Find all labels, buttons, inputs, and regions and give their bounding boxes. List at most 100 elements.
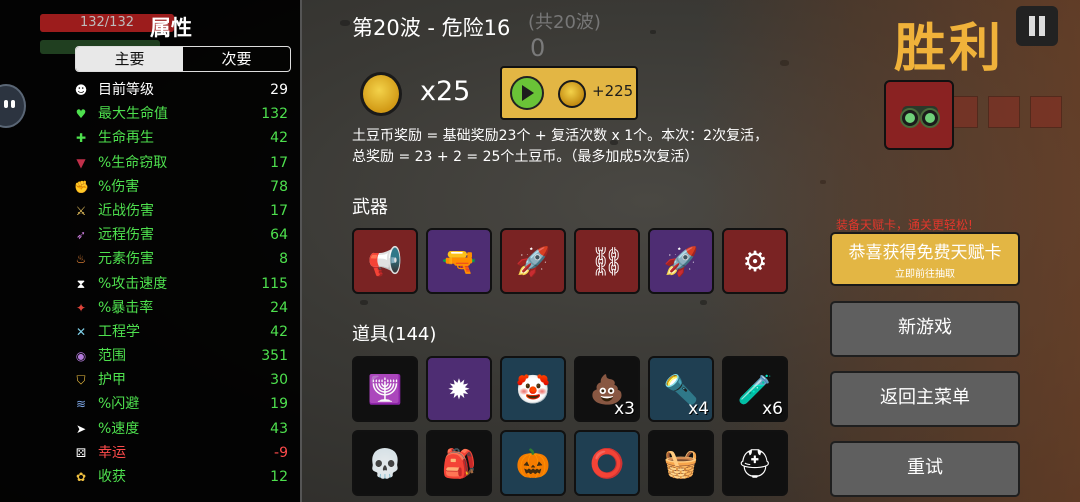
stats-list: ☻ 目前等级 29 ♥ 最大生命值 132 ✚ 生命再生 42 ▼ %生命窃取 17 ✊ %伤害 78 ⚔ 近战… bbox=[72, 78, 290, 489]
stat-row: ➤ %速度 43 bbox=[72, 417, 290, 441]
stat-label: 最大生命值 bbox=[98, 106, 168, 123]
play-icon bbox=[510, 76, 544, 110]
dice-icon: ⚄ bbox=[75, 445, 87, 460]
stat-value: 132 bbox=[261, 106, 288, 123]
retry-button[interactable]: 重试 bbox=[830, 441, 1020, 497]
stat-row: ⛉ 护甲 30 bbox=[72, 368, 290, 392]
stat-value: 19 bbox=[270, 396, 288, 413]
stat-value: 17 bbox=[270, 202, 288, 219]
stat-row: ✊ %伤害 78 bbox=[72, 175, 290, 199]
weapon-slot[interactable]: ⛓ bbox=[574, 228, 640, 294]
weapon-slot[interactable]: 📢 bbox=[352, 228, 418, 294]
belt-icon: ⭕ bbox=[589, 446, 625, 480]
stat-label: %生命窃取 bbox=[98, 154, 168, 171]
item-slot[interactable]: 🔦 x4 bbox=[648, 356, 714, 422]
stat-label: %攻击速度 bbox=[98, 275, 168, 292]
pause-icon bbox=[1029, 16, 1035, 36]
stats-tabs: 主要 次要 bbox=[75, 46, 291, 72]
pause-button[interactable] bbox=[1016, 6, 1058, 46]
reward-description: 土豆币奖励 = 基础奖励23个 + 复活次数 x 1个。本次：2次复活， 总奖励… bbox=[352, 126, 792, 168]
victory-title: 胜利 bbox=[894, 19, 1005, 79]
stat-value: 42 bbox=[270, 323, 288, 340]
stat-value: 30 bbox=[270, 372, 288, 389]
weapon-slot[interactable]: 🚀 bbox=[500, 228, 566, 294]
weapon-slot[interactable]: ⚙ bbox=[722, 228, 788, 294]
wave-count-faded: (共20波) bbox=[528, 12, 601, 33]
tab-primary[interactable]: 主要 bbox=[76, 47, 183, 71]
stat-value: 12 bbox=[270, 469, 288, 485]
ad-bonus-button[interactable]: +225 bbox=[500, 66, 638, 120]
stat-label: %伤害 bbox=[98, 178, 140, 195]
stat-value: 78 bbox=[270, 178, 288, 195]
stat-label: %速度 bbox=[98, 420, 140, 437]
talent-button-sublabel: 立即前往抽取 bbox=[895, 269, 955, 280]
new-game-button[interactable]: 新游戏 bbox=[830, 301, 1020, 357]
megaphone-icon: 📢 bbox=[367, 244, 403, 278]
sack-icon: 🧺 bbox=[663, 446, 699, 480]
pause-icon-bar bbox=[1039, 16, 1045, 36]
stat-label: 近战伤害 bbox=[98, 202, 154, 219]
tab-secondary[interactable]: 次要 bbox=[183, 47, 290, 71]
item-slot[interactable]: 🧪 x6 bbox=[722, 356, 788, 422]
hourglass-icon: ⧗ bbox=[76, 276, 86, 291]
items-title: 道具(144) bbox=[352, 324, 437, 345]
main-menu-button[interactable]: 返回主菜单 bbox=[830, 371, 1020, 427]
bow-icon: ➶ bbox=[75, 228, 87, 243]
stat-label: 工程学 bbox=[98, 323, 140, 340]
stat-row: ▼ %生命窃取 17 bbox=[72, 151, 290, 175]
range-icon: ◉ bbox=[75, 349, 87, 364]
coin-count: x25 bbox=[420, 76, 471, 107]
item-slot[interactable]: 💩 x3 bbox=[574, 356, 640, 422]
stat-row: ➶ 远程伤害 64 bbox=[72, 223, 290, 247]
item-slot[interactable]: 🕎 bbox=[352, 356, 418, 422]
stat-row: ♨ 元素伤害 8 bbox=[72, 247, 290, 271]
item-slot[interactable]: ✹ bbox=[426, 356, 492, 422]
speed-icon: ➤ bbox=[75, 421, 87, 436]
spiked-ball-icon: ✹ bbox=[447, 372, 471, 406]
stat-value: 64 bbox=[270, 227, 288, 244]
stat-label: 幸运 bbox=[98, 444, 126, 461]
ray-gun-icon: 🔫 bbox=[441, 244, 477, 278]
talent-promo-text: 装备天赋卡，通关更轻松! bbox=[836, 218, 973, 232]
stat-label: 护甲 bbox=[98, 372, 126, 389]
item-slot[interactable]: 🤡 bbox=[500, 356, 566, 422]
item-slot[interactable]: ⭕ bbox=[574, 430, 640, 496]
stat-label: 元素伤害 bbox=[98, 251, 154, 268]
talent-card-button[interactable]: 恭喜获得免费天赋卡 立即前往抽取 bbox=[830, 232, 1020, 286]
stat-row: ✦ %暴击率 24 bbox=[72, 296, 290, 320]
reward-line-1: 土豆币奖励 = 基础奖励23个 + 复活次数 x 1个。本次：2次复活， bbox=[352, 128, 769, 144]
crate-icon bbox=[1030, 96, 1062, 128]
item-slot[interactable]: 🧺 bbox=[648, 430, 714, 496]
stat-value: 8 bbox=[279, 251, 288, 268]
stat-row: ☻ 目前等级 29 bbox=[72, 78, 290, 102]
stat-row: ≋ %闪避 19 bbox=[72, 392, 290, 416]
totem-icon: 🕎 bbox=[367, 372, 403, 406]
stats-title: 属性 bbox=[150, 16, 192, 40]
syringe-icon: ✚ bbox=[75, 131, 87, 146]
crate-icon bbox=[988, 96, 1020, 128]
weapon-slot[interactable]: 🔫 bbox=[426, 228, 492, 294]
wave-title: 第20波 - 危险16 bbox=[352, 16, 511, 40]
stat-label: 范围 bbox=[98, 348, 126, 365]
clown-icon: 🤡 bbox=[515, 372, 551, 406]
item-slot[interactable]: 🎃 bbox=[500, 430, 566, 496]
potato-coin-icon bbox=[558, 80, 586, 108]
stat-row: ✚ 生命再生 42 bbox=[72, 126, 290, 150]
stats-panel: 132/132 属性 主要 次要 ☻ 目前等级 29 ♥ 最大生命值 132 ✚ 生命再生 42… bbox=[0, 0, 302, 502]
item-quantity: x3 bbox=[614, 399, 635, 419]
item-slot[interactable]: 🎒 bbox=[426, 430, 492, 496]
talent-button-label: 恭喜获得免费天赋卡 bbox=[848, 243, 1002, 263]
flame-icon: ♨ bbox=[75, 252, 87, 267]
item-quantity: x6 bbox=[762, 399, 783, 419]
mummy-icon: 💀 bbox=[367, 446, 403, 480]
item-slot[interactable]: ⛑ bbox=[722, 430, 788, 496]
weapon-slot[interactable]: 🚀 bbox=[648, 228, 714, 294]
item-slot[interactable]: 💀 bbox=[352, 430, 418, 496]
heart-icon: ♥ bbox=[75, 107, 87, 122]
character-slot[interactable] bbox=[884, 80, 954, 150]
stat-label: 收获 bbox=[98, 469, 126, 485]
stat-row: ◉ 范围 351 bbox=[72, 344, 290, 368]
sword-icon: ⚔ bbox=[75, 203, 87, 218]
reward-line-2: 总奖励 = 23 + 2 = 25个土豆币。（最多加成5次复活） bbox=[352, 149, 699, 165]
stat-value: 43 bbox=[270, 420, 288, 437]
